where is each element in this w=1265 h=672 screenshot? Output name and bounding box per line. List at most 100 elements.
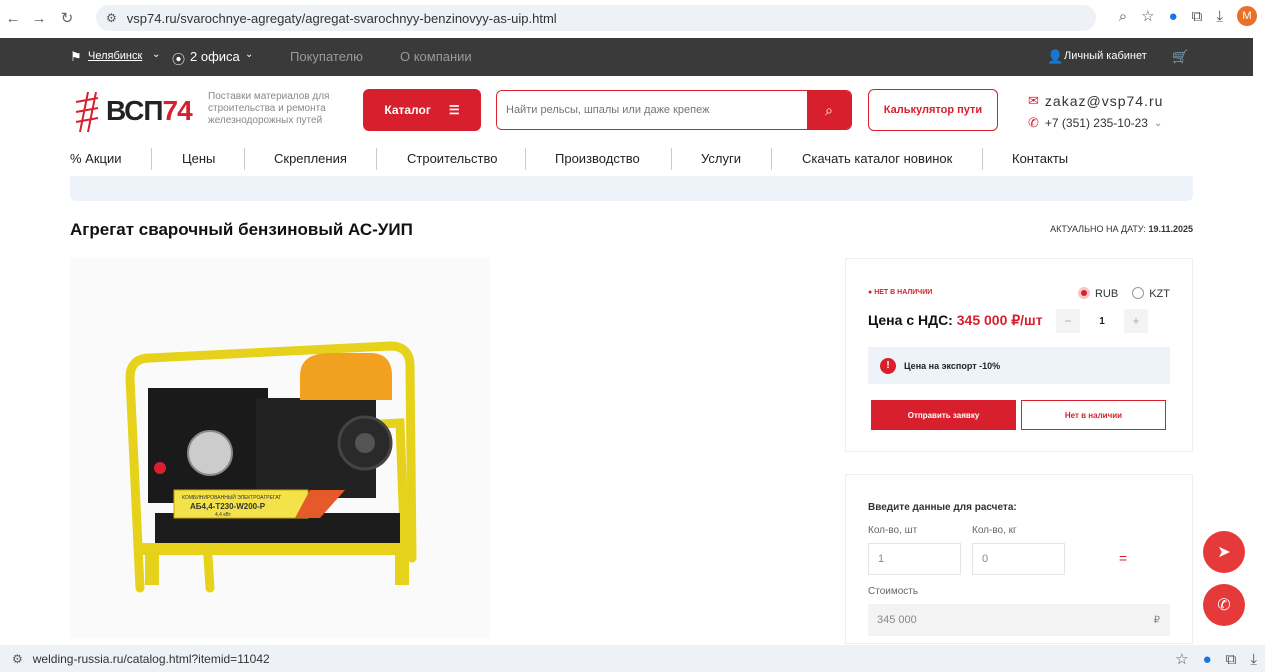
menu-item-download-catalog[interactable]: Скачать каталог новинок bbox=[802, 151, 952, 166]
browser-toolbar: ← → ↻ ⚙ vsp74.ru/svarochnye-agregaty/agr… bbox=[0, 0, 1265, 36]
currency-kzt[interactable]: KZT bbox=[1132, 287, 1170, 300]
download-icon[interactable]: ⤓ bbox=[1250, 651, 1257, 668]
offices-selector[interactable]: 2 офиса bbox=[190, 49, 240, 64]
chevron-down-icon: ⌄ bbox=[245, 49, 254, 60]
chevron-down-icon: ⌄ bbox=[152, 49, 161, 60]
back-icon[interactable]: ← bbox=[2, 10, 24, 27]
price-label: Цена с НДС: bbox=[868, 312, 953, 328]
page-title: Агрегат сварочный бензиновый АС-УИП bbox=[70, 220, 413, 239]
search-box: ⌕ bbox=[496, 90, 852, 130]
download-icon[interactable]: ⤓ bbox=[1216, 8, 1223, 25]
catalog-button[interactable]: Каталог ☰ bbox=[363, 89, 481, 131]
menu-divider bbox=[982, 148, 983, 170]
alert-icon: ! bbox=[880, 357, 896, 374]
catalog-label: Каталог bbox=[384, 103, 431, 117]
quantity-value[interactable]: 1 bbox=[1080, 316, 1124, 327]
bookmark-star-icon[interactable]: ☆ bbox=[1141, 7, 1154, 25]
email-link[interactable]: zakaz@vsp74.ru bbox=[1045, 93, 1163, 109]
nav-about[interactable]: О компании bbox=[400, 49, 472, 64]
profile-avatar[interactable]: M bbox=[1237, 6, 1257, 26]
logo-text[interactable]: ВСП74 bbox=[106, 95, 193, 127]
calc-heading: Введите данные для расчета: bbox=[868, 502, 1017, 513]
logo-suffix: 74 bbox=[162, 95, 193, 126]
kg-field[interactable]: 0 bbox=[972, 543, 1065, 575]
cost-currency: ₽ bbox=[1153, 614, 1160, 626]
product-image[interactable]: КОМБИНИРОВАННЫЙ ЭЛЕКТРОАГРЕГАТ АБ4,4-Т23… bbox=[70, 258, 490, 638]
search-icon[interactable]: ⌕ bbox=[807, 91, 851, 129]
currency-rub-label: RUB bbox=[1094, 288, 1119, 300]
menu-item-fastenings[interactable]: Скрепления bbox=[274, 151, 347, 166]
nav-buyer[interactable]: Покупателю bbox=[290, 49, 363, 64]
price-card: ● НЕТ В НАЛИЧИИ RUB KZT Цена с НДС: 345 … bbox=[845, 258, 1193, 452]
extension-icon[interactable]: ● bbox=[1169, 8, 1178, 25]
calculator-button[interactable]: Калькулятор пути bbox=[868, 89, 998, 131]
plate-line-3: 4,4 кВт bbox=[215, 512, 232, 518]
price-value: 345 000 ₽/шт bbox=[956, 312, 1043, 328]
site-settings-icon[interactable]: ⚙ bbox=[12, 652, 23, 666]
tagline: Поставки материалов для строительства и … bbox=[208, 91, 330, 126]
telegram-icon[interactable]: ➤ bbox=[1203, 531, 1245, 573]
extensions-puzzle-icon[interactable]: ⧉ bbox=[1226, 651, 1237, 668]
location-pin-icon: ⦿ bbox=[172, 52, 186, 67]
stock-status: ● НЕТ В НАЛИЧИИ bbox=[868, 289, 933, 296]
menu-hamburger-icon: ☰ bbox=[448, 103, 460, 117]
extension-icon[interactable]: ● bbox=[1203, 651, 1212, 668]
export-note: ! Цена на экспорт -10% bbox=[868, 347, 1170, 384]
radio-unselected bbox=[1132, 287, 1145, 299]
menu-item-services[interactable]: Услуги bbox=[701, 151, 741, 166]
menu-item-prices[interactable]: Цены bbox=[182, 151, 215, 166]
menu-item-sales[interactable]: % Акции bbox=[70, 151, 122, 166]
cost-value: 345 000 bbox=[877, 614, 917, 626]
extensions-puzzle-icon[interactable]: ⧉ bbox=[1192, 8, 1203, 25]
zoom-icon[interactable]: ⌕ bbox=[1119, 8, 1127, 25]
generator-illustration: КОМБИНИРОВАННЫЙ ЭЛЕКТРОАГРЕГАТ АБ4,4-Т23… bbox=[125, 341, 417, 593]
site-settings-icon[interactable]: ⚙ bbox=[106, 11, 117, 25]
menu-item-construction[interactable]: Строительство bbox=[407, 151, 497, 166]
contacts-block: ✉ zakaz@vsp74.ru ✆ +7 (351) 235-10-23 ⌄ bbox=[1028, 90, 1163, 134]
search-input[interactable] bbox=[497, 91, 809, 129]
chevron-down-icon[interactable]: ⌄ bbox=[1154, 118, 1162, 129]
main-menu: % Акции Цены Скрепления Строительство Пр… bbox=[0, 146, 1265, 172]
bookmark-star-icon[interactable]: ☆ bbox=[1175, 650, 1188, 668]
flag-icon: ⚑ bbox=[70, 49, 82, 64]
mail-icon: ✉ bbox=[1028, 93, 1039, 108]
address-bar[interactable]: ⚙ vsp74.ru/svarochnye-agregaty/agregat-s… bbox=[96, 5, 1096, 31]
logo-rails-icon[interactable] bbox=[74, 92, 100, 132]
forward-icon[interactable]: → bbox=[28, 10, 50, 27]
plus-icon[interactable]: + bbox=[1124, 309, 1148, 333]
cart-icon[interactable]: 🛒 bbox=[1172, 49, 1188, 65]
top-nav-bar: ⚑ Челябинск ⌄ ⦿ 2 офиса ⌄ Покупателю О к… bbox=[0, 38, 1253, 76]
not-available-button[interactable]: Нет в наличии bbox=[1021, 400, 1166, 430]
send-request-button[interactable]: Отправить заявку bbox=[871, 400, 1016, 430]
account-link[interactable]: Личный кабинет bbox=[1064, 50, 1147, 62]
qty-field[interactable]: 1 bbox=[868, 543, 961, 575]
city-selector[interactable]: Челябинск bbox=[88, 50, 142, 62]
phone-link[interactable]: +7 (351) 235-10-23 bbox=[1045, 116, 1148, 130]
price-line: Цена с НДС: 345 000 ₽/шт bbox=[868, 312, 1043, 329]
menu-divider bbox=[771, 148, 772, 170]
calculator-card: Введите данные для расчета: Кол-во, шт К… bbox=[845, 474, 1193, 644]
submenu-band bbox=[70, 176, 1193, 201]
menu-divider bbox=[376, 148, 377, 170]
menu-item-production[interactable]: Производство bbox=[555, 151, 640, 166]
cost-label: Стоимость bbox=[868, 586, 919, 597]
menu-item-contacts[interactable]: Контакты bbox=[1012, 151, 1068, 166]
currency-switch: RUB KZT bbox=[1077, 287, 1170, 300]
user-icon: 👤 bbox=[1047, 49, 1064, 64]
site-header: ВСП74 Поставки материалов для строительс… bbox=[0, 80, 1265, 142]
status-url: welding-russia.ru/catalog.html?itemid=11… bbox=[32, 651, 270, 666]
reload-icon[interactable]: ↻ bbox=[56, 9, 78, 27]
address-url: vsp74.ru/svarochnye-agregaty/agregat-sva… bbox=[126, 10, 557, 26]
equals-sign: = bbox=[1119, 550, 1128, 566]
menu-divider bbox=[525, 148, 526, 170]
radio-selected bbox=[1077, 287, 1090, 299]
currency-rub[interactable]: RUB bbox=[1077, 287, 1119, 300]
minus-icon[interactable]: − bbox=[1056, 309, 1080, 333]
menu-divider bbox=[151, 148, 152, 170]
export-note-text: Цена на экспорт -10% bbox=[904, 360, 1001, 371]
phone-icon: ✆ bbox=[1028, 115, 1039, 130]
whatsapp-icon[interactable]: ✆ bbox=[1203, 584, 1245, 626]
date-value: 19.11.2025 bbox=[1148, 224, 1193, 234]
cost-field: 345 000 ₽ bbox=[868, 604, 1170, 636]
bottom-url-bar: ⚙ welding-russia.ru/catalog.html?itemid=… bbox=[0, 645, 1265, 672]
